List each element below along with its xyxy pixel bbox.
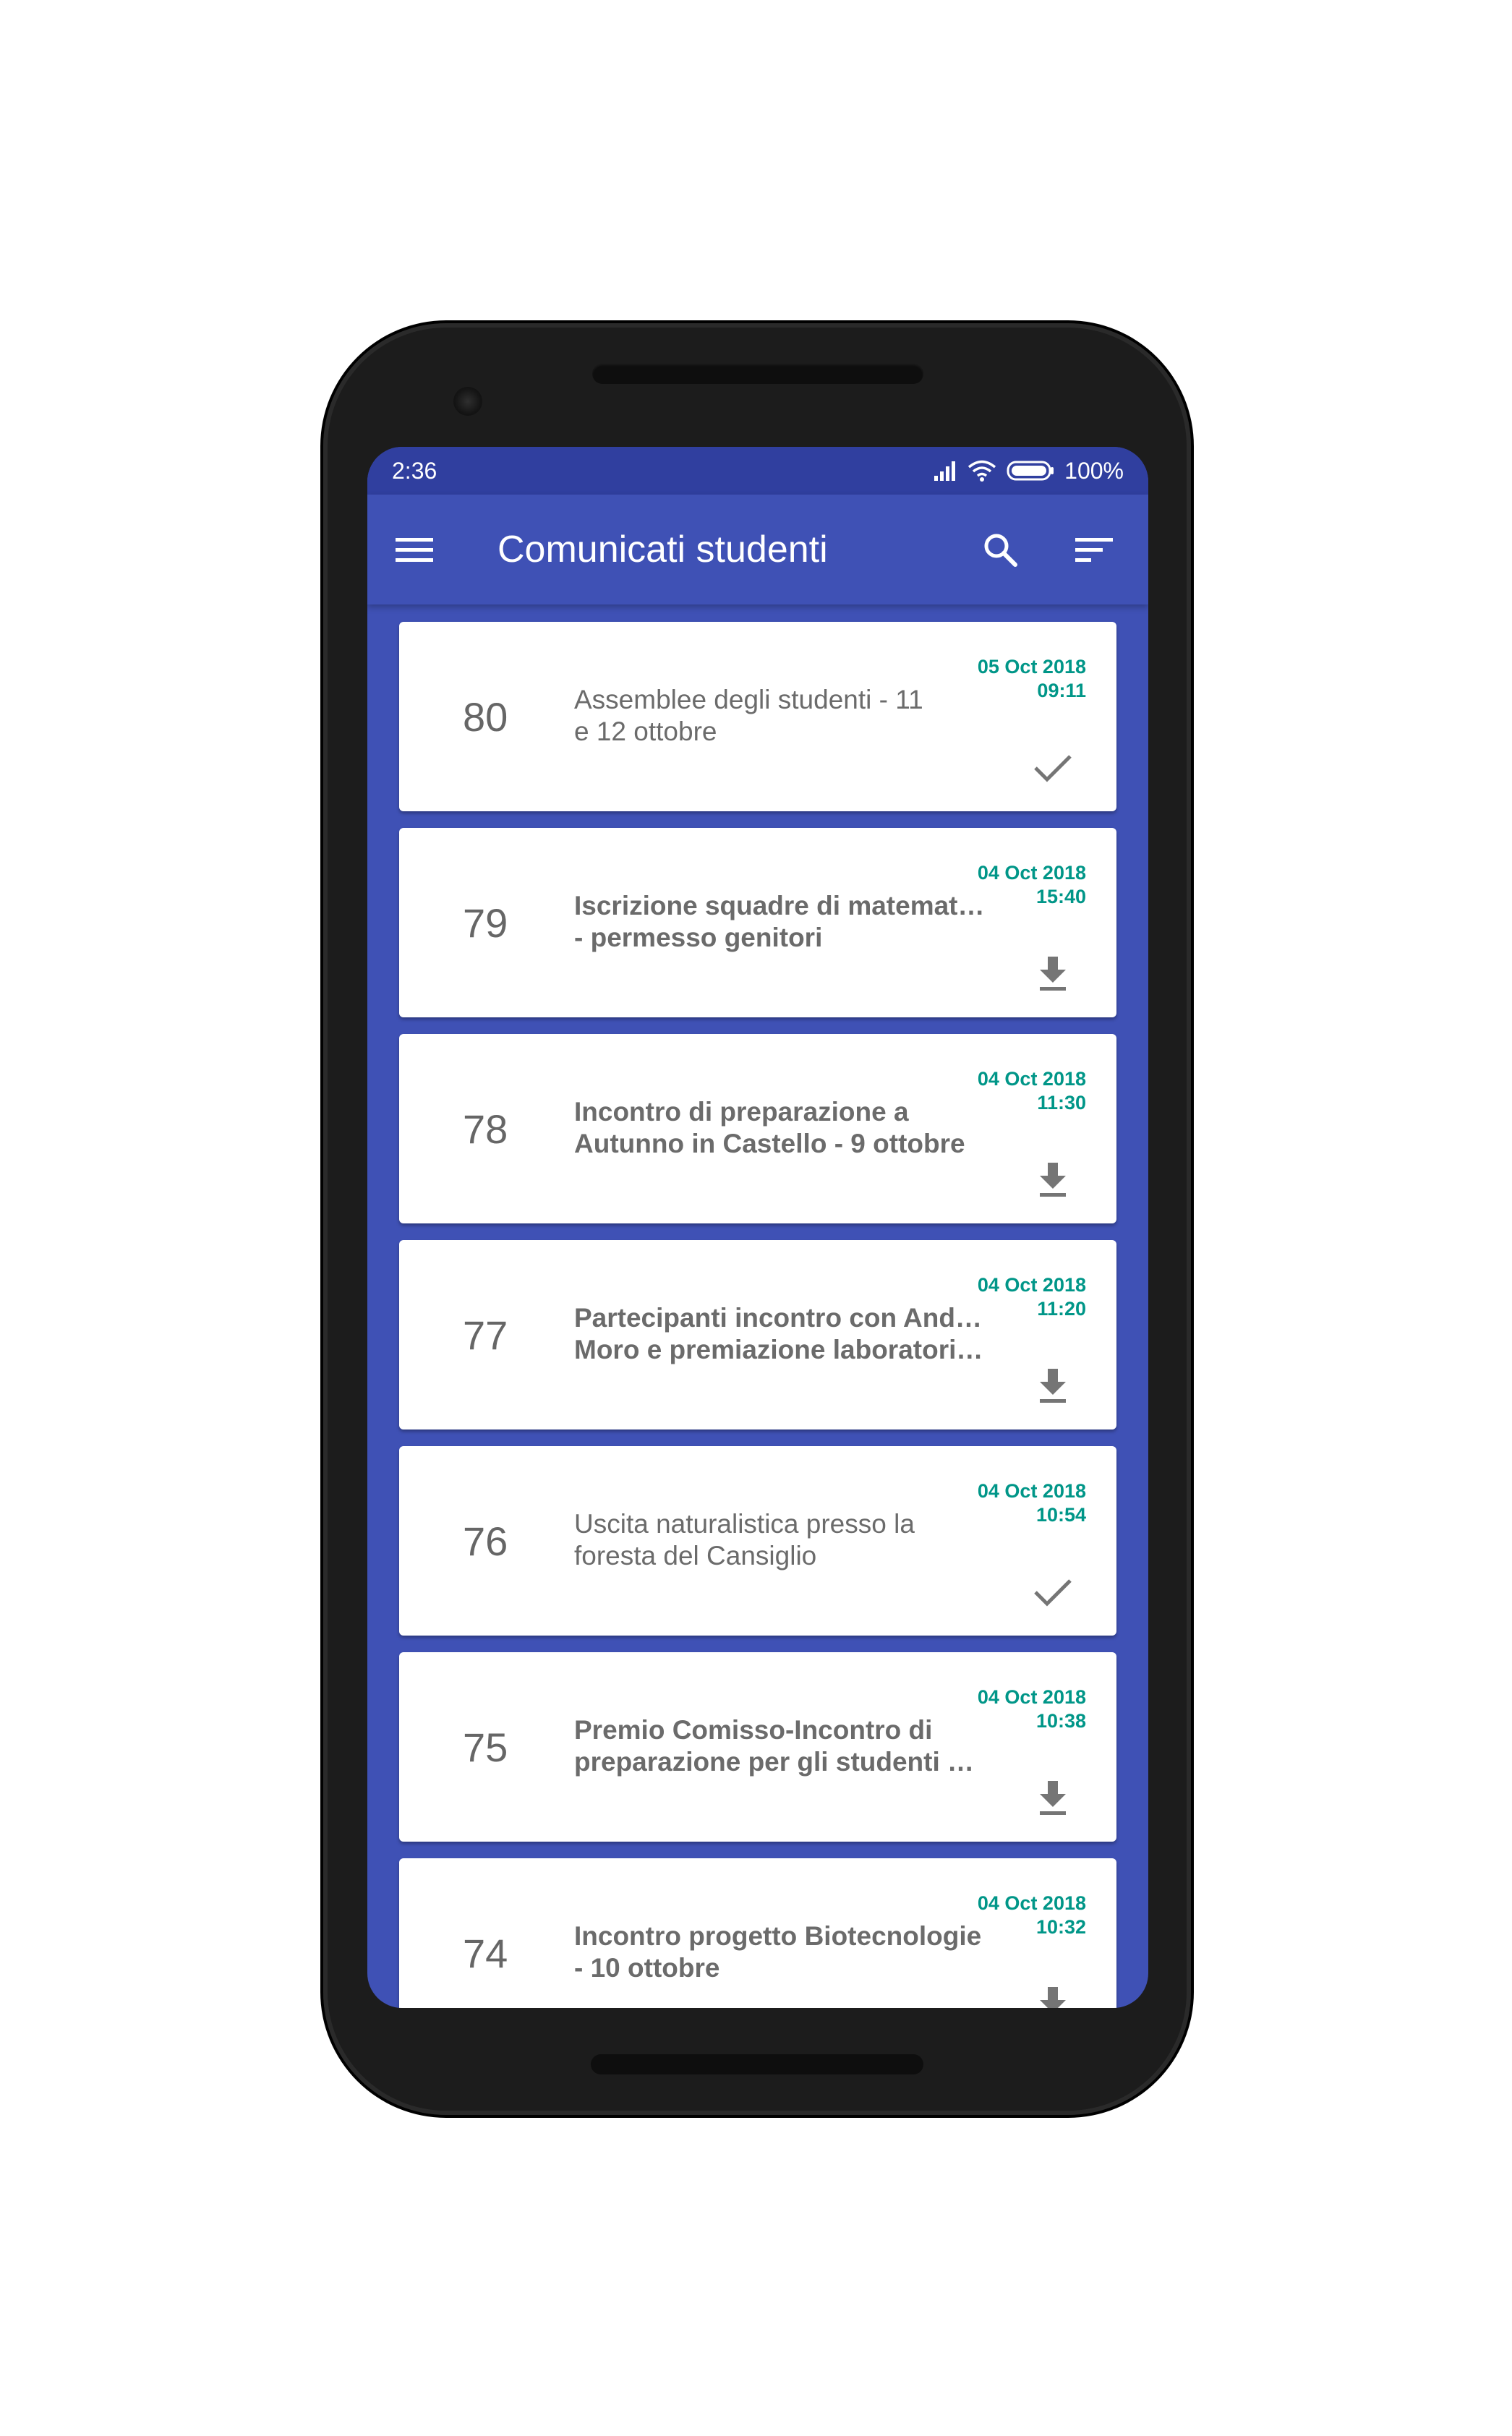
download-icon[interactable] <box>1031 952 1075 996</box>
item-date: 04 Oct 2018 10:54 <box>978 1479 1086 1527</box>
item-date-time: 09:11 <box>1037 680 1086 701</box>
item-date: 05 Oct 2018 09:11 <box>978 655 1086 703</box>
item-date-time: 10:54 <box>1035 1504 1086 1526</box>
item-title-line2: Autunno in Castello - 9 ottobre <box>574 1129 965 1158</box>
check-icon[interactable] <box>1031 746 1075 790</box>
item-date-time: 11:20 <box>1037 1298 1086 1320</box>
item-date-day: 05 Oct 2018 <box>977 656 1086 678</box>
item-date: 04 Oct 2018 10:38 <box>978 1685 1086 1733</box>
signal-icon <box>933 460 957 482</box>
list-item[interactable]: 78 Incontro di preparazione a Autunno in… <box>399 1034 1116 1223</box>
list-item[interactable]: 74 Incontro progetto Biotecnologie - 10 … <box>399 1858 1116 2008</box>
item-number: 77 <box>463 1312 508 1358</box>
status-bar: 2:36 100% <box>367 447 1148 495</box>
download-icon[interactable] <box>1031 1983 1075 2008</box>
item-title-line2: - 10 ottobre <box>574 1953 720 1983</box>
item-title-line1: Premio Comisso-Incontro di <box>574 1715 933 1745</box>
item-date: 04 Oct 2018 10:32 <box>978 1892 1086 1939</box>
phone-frame: 2:36 100% Comunicati studenti 80 Assembl… <box>323 323 1191 2115</box>
item-date: 04 Oct 2018 15:40 <box>978 861 1086 909</box>
item-title-line1: Assemblee degli studenti - 11 <box>574 685 923 714</box>
item-date-day: 04 Oct 2018 <box>977 1686 1086 1708</box>
item-date: 04 Oct 2018 11:20 <box>978 1273 1086 1321</box>
item-date-time: 11:30 <box>1037 1092 1086 1114</box>
check-icon[interactable] <box>1031 1570 1075 1614</box>
item-number: 76 <box>463 1518 508 1564</box>
download-icon[interactable] <box>1031 1364 1075 1408</box>
list-item[interactable]: 76 Uscita naturalistica presso la forest… <box>399 1446 1116 1636</box>
list-item[interactable]: 77 Partecipanti incontro con Andrea Moro… <box>399 1240 1116 1429</box>
item-date: 04 Oct 2018 11:30 <box>978 1067 1086 1115</box>
item-number: 78 <box>463 1106 508 1152</box>
item-date-time: 10:38 <box>1035 1710 1086 1732</box>
item-number: 74 <box>463 1930 508 1976</box>
item-title-line2: - permesso genitori <box>574 923 823 952</box>
item-title-line1: Incontro progetto Biotecnologie <box>574 1921 982 1951</box>
item-date-day: 04 Oct 2018 <box>977 1892 1086 1914</box>
earpiece-speaker <box>592 364 923 384</box>
item-title-line2: Moro e premiazione laboratorio ... <box>574 1335 986 1364</box>
download-icon[interactable] <box>1031 1777 1075 1820</box>
bottom-speaker <box>591 2054 923 2074</box>
sort-icon[interactable] <box>1062 517 1127 582</box>
item-date-time: 10:32 <box>1035 1916 1086 1938</box>
item-number: 75 <box>463 1724 508 1770</box>
download-icon[interactable] <box>1031 1158 1075 1202</box>
item-date-day: 04 Oct 2018 <box>977 862 1086 884</box>
page-title: Comunicati studenti <box>497 529 828 570</box>
wifi-icon <box>968 459 996 482</box>
item-title-line1: Incontro di preparazione a <box>574 1097 909 1127</box>
item-title: Iscrizione squadre di matematica - perme… <box>574 890 986 954</box>
item-title: Incontro di preparazione a Autunno in Ca… <box>574 1096 986 1160</box>
item-title-line2: e 12 ottobre <box>574 717 717 746</box>
list-item[interactable]: 75 Premio Comisso-Incontro di preparazio… <box>399 1652 1116 1842</box>
item-title: Premio Comisso-Incontro di preparazione … <box>574 1714 986 1778</box>
search-icon[interactable] <box>968 517 1033 582</box>
item-number: 79 <box>463 899 508 946</box>
battery-percent: 100% <box>1064 457 1124 484</box>
item-date-day: 04 Oct 2018 <box>977 1274 1086 1296</box>
item-title: Assemblee degli studenti - 11 e 12 ottob… <box>574 684 986 748</box>
item-title-line1: Partecipanti incontro con Andrea <box>574 1303 986 1333</box>
item-title: Partecipanti incontro con Andrea Moro e … <box>574 1302 986 1366</box>
item-title: Uscita naturalistica presso la foresta d… <box>574 1508 986 1572</box>
app-bar: Comunicati studenti <box>367 495 1148 604</box>
status-time: 2:36 <box>392 457 437 484</box>
screen: 2:36 100% Comunicati studenti 80 Assembl… <box>367 447 1148 2008</box>
item-title: Incontro progetto Biotecnologie - 10 ott… <box>574 1920 986 1984</box>
item-date-time: 15:40 <box>1035 886 1086 907</box>
status-indicators: 100% <box>933 458 1124 484</box>
communications-list[interactable]: 80 Assemblee degli studenti - 11 e 12 ot… <box>367 604 1148 2008</box>
item-title-line1: Iscrizione squadre di matematica <box>574 891 986 920</box>
item-date-day: 04 Oct 2018 <box>977 1068 1086 1090</box>
item-title-line2: foresta del Cansiglio <box>574 1541 817 1570</box>
item-date-day: 04 Oct 2018 <box>977 1480 1086 1502</box>
list-item[interactable]: 80 Assemblee degli studenti - 11 e 12 ot… <box>399 622 1116 811</box>
item-number: 80 <box>463 693 508 740</box>
front-camera <box>453 387 482 416</box>
item-title-line2: preparazione per gli studenti ch... <box>574 1747 986 1777</box>
battery-icon <box>1007 460 1054 482</box>
item-title-line1: Uscita naturalistica presso la <box>574 1509 915 1539</box>
list-item[interactable]: 79 Iscrizione squadre di matematica - pe… <box>399 828 1116 1017</box>
menu-icon[interactable] <box>389 524 440 575</box>
